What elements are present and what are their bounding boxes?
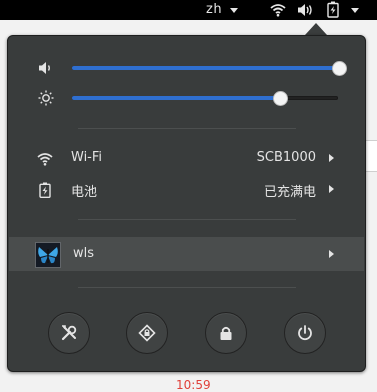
- rotation-lock-button[interactable]: [126, 312, 168, 354]
- wifi-icon: [37, 151, 53, 167]
- chevron-right-icon: [329, 154, 334, 162]
- system-menu-dropdown-icon[interactable]: [351, 8, 359, 13]
- wifi-network-name: SCB1000: [256, 150, 316, 165]
- brightness-slider-fill: [72, 96, 280, 100]
- volume-slider-fill: [72, 66, 338, 70]
- lock-rotation-icon: [138, 324, 156, 342]
- power-off-button[interactable]: [284, 312, 326, 354]
- language-dropdown-icon[interactable]: [230, 8, 238, 13]
- separator: [78, 219, 296, 220]
- background-clock: 10:59: [176, 378, 211, 392]
- chevron-right-icon: [329, 185, 334, 193]
- system-status-menu: Wi-Fi SCB1000 电池 已充满电 wls: [7, 35, 366, 372]
- brightness-icon: [38, 89, 56, 107]
- battery-status: 已充满电: [263, 185, 316, 200]
- top-bar: zh: [0, 0, 377, 20]
- battery-charging-icon: [37, 182, 53, 198]
- avatar: [35, 242, 61, 268]
- settings-icon: [61, 325, 77, 341]
- battery-menu-item[interactable]: 电池 已充满电: [9, 174, 364, 206]
- volume-icon[interactable]: [297, 2, 315, 21]
- power-icon: [298, 325, 312, 341]
- wifi-label: Wi-Fi: [71, 150, 103, 165]
- menu-pointer-arrow: [305, 23, 327, 35]
- settings-button[interactable]: [48, 312, 90, 354]
- language-indicator[interactable]: zh: [206, 2, 222, 17]
- brightness-slider-row: [38, 89, 344, 107]
- wifi-icon[interactable]: [270, 2, 286, 21]
- volume-slider-handle[interactable]: [332, 61, 347, 76]
- volume-slider[interactable]: [72, 61, 347, 76]
- chevron-right-icon: [329, 250, 334, 258]
- volume-icon: [38, 59, 56, 77]
- lock-icon: [220, 326, 232, 340]
- brightness-slider-handle[interactable]: [273, 91, 289, 106]
- user-name: wls: [73, 246, 95, 261]
- wifi-menu-item[interactable]: Wi-Fi SCB1000: [9, 143, 364, 175]
- battery-charging-icon[interactable]: [327, 1, 339, 22]
- brightness-slider[interactable]: [72, 91, 338, 106]
- lock-screen-button[interactable]: [205, 312, 247, 354]
- user-menu-item[interactable]: wls: [9, 237, 364, 271]
- volume-slider-row: [38, 59, 347, 77]
- separator: [78, 287, 296, 288]
- separator: [78, 128, 296, 129]
- battery-label: 电池: [71, 185, 98, 200]
